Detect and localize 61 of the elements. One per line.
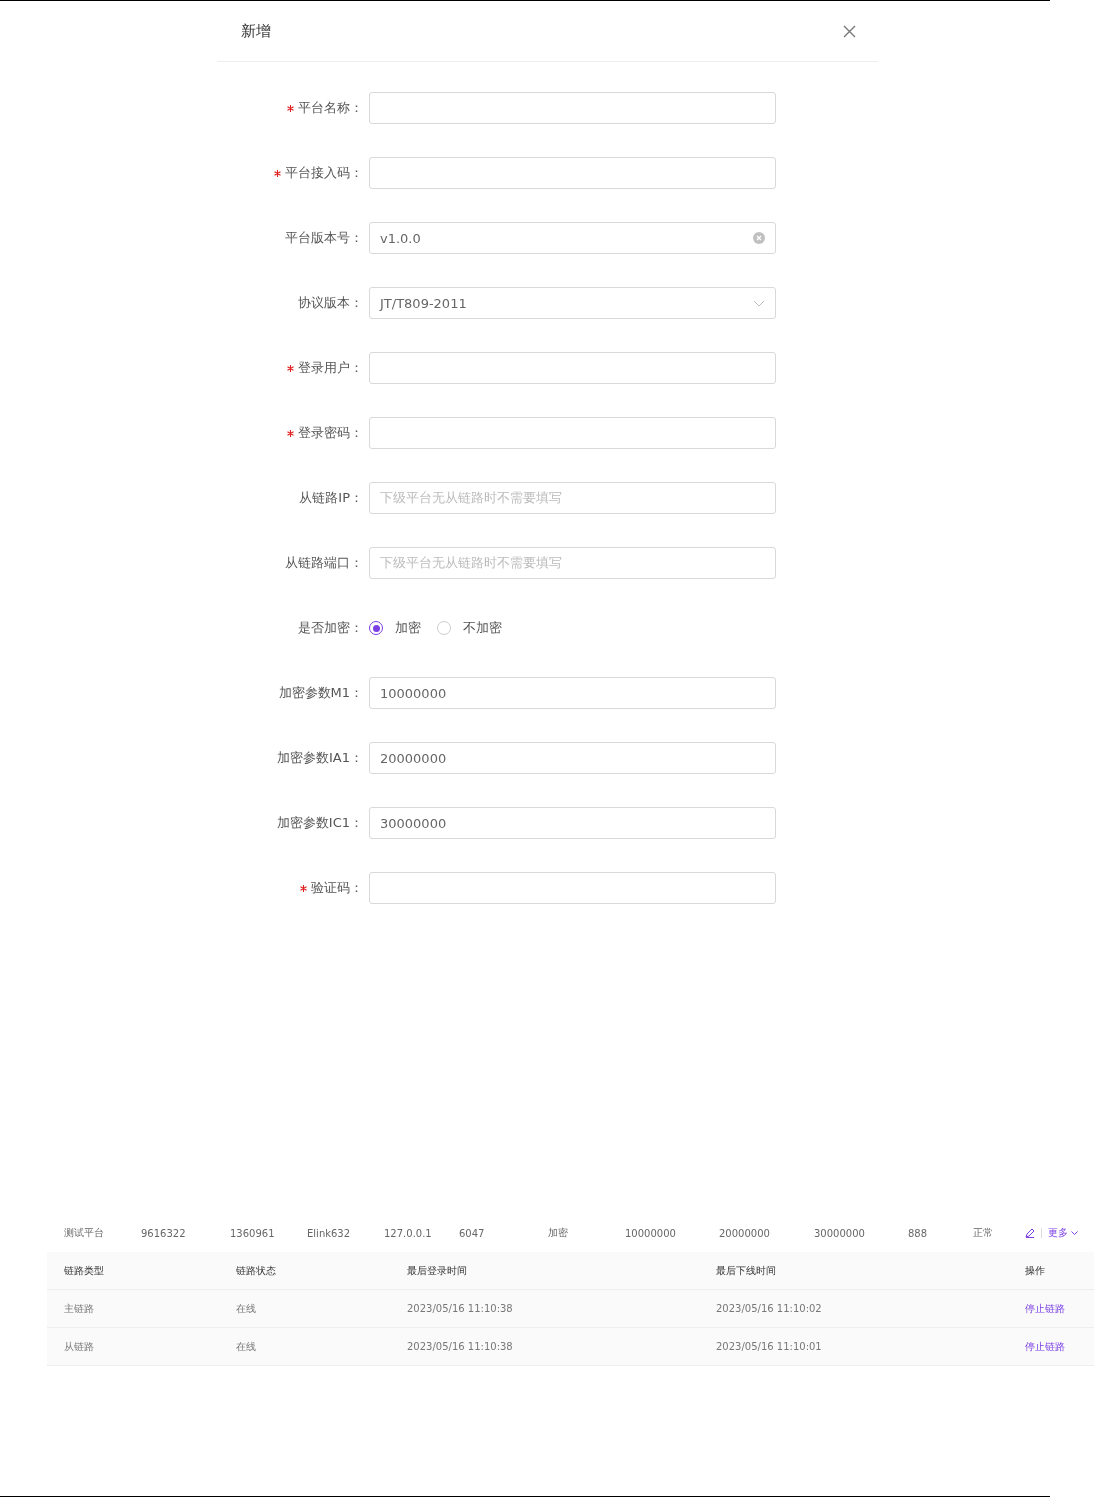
column-header: 最后下线时间 [716, 1263, 777, 1278]
table-cell-text: 9616322 [141, 1227, 187, 1239]
field-label: 从链路端口： [285, 554, 364, 572]
input-field[interactable] [369, 157, 776, 189]
field-label: 登录用户： [298, 359, 364, 377]
input-field[interactable] [369, 417, 776, 449]
field-label: 加密参数IA1： [277, 749, 364, 767]
input-field[interactable]: 20000000 [369, 742, 776, 774]
table-cell-text: 20000000 [719, 1227, 771, 1239]
table-cell-text: 1360961 [230, 1227, 276, 1239]
table-cell-text: Elink632 [307, 1227, 352, 1239]
table-cell-text: 6047 [459, 1227, 486, 1239]
close-icon[interactable] [843, 24, 856, 38]
more-button[interactable]: 更多 [1048, 1226, 1078, 1240]
table-cell-text: 2023/05/16 11:10:01 [716, 1341, 823, 1352]
input-field[interactable] [369, 872, 776, 904]
clear-icon[interactable] [753, 232, 765, 244]
field-label: 平台名称： [298, 99, 364, 117]
input-field[interactable]: 30000000 [369, 807, 776, 839]
column-header: 链路类型 [64, 1263, 105, 1278]
table-cell-text: 10000000 [625, 1227, 677, 1239]
radio-label: 不加密 [463, 619, 502, 637]
chevron-down-icon [753, 299, 765, 307]
table-cell-text: 2023/05/16 11:10:38 [407, 1341, 514, 1352]
select-field[interactable]: JT/T809-2011 [369, 287, 776, 319]
table-cell-text: 正常 [973, 1226, 994, 1240]
input-field[interactable] [369, 352, 776, 384]
dialog-title: 新增 [241, 21, 271, 41]
stop-link[interactable]: 停止链路 [1025, 1301, 1094, 1316]
table-cell-text: 2023/05/16 11:10:02 [716, 1303, 823, 1314]
radio-label: 加密 [395, 619, 421, 637]
table-cell-text: 888 [908, 1227, 929, 1239]
table-cell-text: 在线 [236, 1301, 257, 1316]
table-cell-text: 127.0.0.1 [384, 1227, 433, 1239]
table-cell-text: 主链路 [64, 1301, 95, 1316]
column-header: 操作 [1025, 1263, 1046, 1278]
edit-icon[interactable] [1025, 1228, 1035, 1238]
field-label: 验证码： [311, 879, 364, 897]
table-cell-text: 2023/05/16 11:10:38 [407, 1303, 514, 1314]
field-label: 从链路IP： [299, 489, 364, 507]
input-field[interactable]: v1.0.0 [369, 222, 776, 254]
stop-link[interactable]: 停止链路 [1025, 1339, 1094, 1354]
table-cell-text: 30000000 [814, 1227, 866, 1239]
input-field[interactable]: 10000000 [369, 677, 776, 709]
radio-option[interactable]: 不加密 [437, 619, 502, 637]
input-field[interactable] [369, 92, 776, 124]
field-label: 平台接入码： [285, 164, 364, 182]
column-header: 链路状态 [236, 1263, 277, 1278]
chevron-down-icon [1071, 1230, 1078, 1236]
table-cell-text: 加密 [548, 1226, 569, 1240]
table-cell-text: 从链路 [64, 1339, 95, 1354]
field-label: 平台版本号： [285, 229, 364, 247]
field-label: 加密参数M1： [278, 684, 364, 702]
table-cell-text: 在线 [236, 1339, 257, 1354]
field-label: 协议版本： [298, 294, 364, 312]
field-label: 登录密码： [298, 424, 364, 442]
column-header: 最后登录时间 [407, 1263, 468, 1278]
field-label: 是否加密： [298, 619, 364, 637]
radio-option[interactable]: 加密 [369, 619, 421, 637]
table-cell-text: 测试平台 [64, 1226, 105, 1240]
field-label: 加密参数IC1： [276, 814, 364, 832]
